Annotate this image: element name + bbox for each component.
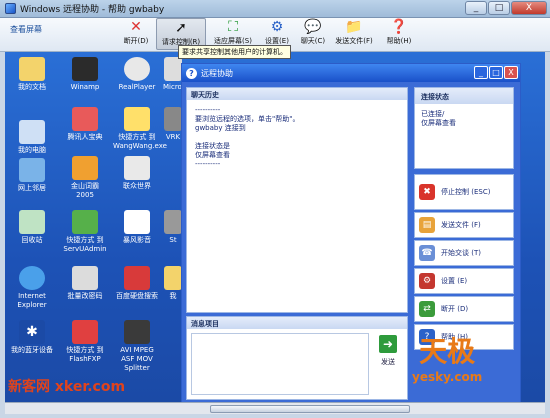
realplayer-icon xyxy=(124,57,150,81)
desktop-icon-partial-2[interactable]: VRK xyxy=(163,107,183,142)
desktop-icon-ie[interactable]: Internet Explorer xyxy=(8,266,56,310)
send-arrow-icon: ➜ xyxy=(379,335,397,353)
desktop-icon-splitter[interactable]: AVI MPEG ASF MOV Splitter xyxy=(113,320,161,373)
assistance-titlebar: ? 远程协助 xyxy=(182,64,520,82)
message-header: 消息项目 xyxy=(187,317,407,329)
desktop-icon-ourgame[interactable]: 联众世界 xyxy=(113,156,161,191)
disconnect-icon: ⇄ xyxy=(419,301,435,317)
desktop-icon-kingsoft[interactable]: 金山词霸 2005 xyxy=(61,156,109,200)
start-talk-action[interactable]: ☎ 开始交谈 (T) xyxy=(414,240,514,266)
help-button[interactable]: ❓ 帮助(H) xyxy=(382,18,416,50)
fit-screen-icon: ⛶ xyxy=(228,19,238,35)
horizontal-scrollbar[interactable] xyxy=(5,402,545,414)
settings-icon: ⚙ xyxy=(270,19,284,35)
desktop-icon-bluetooth[interactable]: ✱ 我的蓝牙设备 xyxy=(8,320,56,355)
app-icon xyxy=(5,3,16,14)
send-file-icon: 📁 xyxy=(345,19,363,35)
winamp-icon xyxy=(72,57,98,81)
window-controls: _ □ X xyxy=(465,1,547,15)
settings-icon: ⚙ xyxy=(419,273,435,289)
scrollbar-thumb[interactable] xyxy=(210,405,410,413)
help-icon: ❓ xyxy=(390,19,408,35)
watermark-xker: 新客网 xker.com xyxy=(8,379,126,395)
app-icon xyxy=(164,107,182,131)
desktop-icon-partial-1[interactable]: MicroFi xyxy=(163,57,183,92)
action-list: ✖ 停止控制 (ESC) ▤ 发送文件 (F) ☎ 开始交谈 (T) ⚙ 设置 (E) … xyxy=(414,174,514,352)
request-control-tooltip: 要求共享控制其他用户的计算机。 xyxy=(178,45,291,59)
desktop-icon-recycle-bin[interactable]: 回收站 xyxy=(8,210,56,245)
assistance-title: 远程协助 xyxy=(201,68,233,78)
desktop-icon-realplayer[interactable]: RealPlayer xyxy=(113,57,161,92)
desktop-icon-winamp[interactable]: Winamp xyxy=(61,57,109,92)
bluetooth-icon: ✱ xyxy=(19,320,45,344)
stop-control-action[interactable]: ✖ 停止控制 (ESC) xyxy=(414,174,514,210)
maximize-button[interactable]: □ xyxy=(488,1,510,15)
desktop-icon-tencent[interactable]: 腾讯人宝典 xyxy=(61,107,109,142)
help-circle-icon: ? xyxy=(186,67,197,79)
assistance-minimize-button[interactable]: _ xyxy=(474,66,488,79)
chat-icon: 💬 xyxy=(304,19,322,35)
connection-status-text: 已连接/ 仅屏幕查看 xyxy=(421,110,456,127)
desktop-icon-wangwang[interactable]: 快捷方式 到 WangWang.exe xyxy=(113,107,167,151)
view-screen-label: 查看屏幕 xyxy=(10,25,42,34)
stop-icon: ✖ xyxy=(419,184,435,200)
app-icon xyxy=(164,210,182,234)
talk-icon: ☎ xyxy=(419,245,435,261)
disconnect-action[interactable]: ⇄ 断开 (D) xyxy=(414,296,514,322)
desktop-icon-my-computer[interactable]: 我的电脑 xyxy=(8,120,56,155)
desktop-icon-baidu-search[interactable]: 百度硬盘搜索 xyxy=(113,266,161,301)
message-input[interactable] xyxy=(191,333,369,395)
assistance-maximize-button[interactable]: □ xyxy=(489,66,503,79)
chat-button[interactable]: 💬 聊天(C) xyxy=(296,18,330,50)
settings-action[interactable]: ⚙ 设置 (E) xyxy=(414,268,514,294)
desktop-icon-my-documents[interactable]: 我的文档 xyxy=(8,57,56,92)
disconnect-button[interactable]: ✕ 断开(D) xyxy=(118,18,154,50)
wangwang-icon xyxy=(124,107,150,131)
connection-status-header: 连接状态 xyxy=(415,88,513,104)
video-icon xyxy=(124,320,150,344)
assistance-window-controls: _ □ X xyxy=(474,66,518,79)
desktop-icon-batch-password[interactable]: 批量改密码 xyxy=(61,266,109,301)
book-icon xyxy=(72,107,98,131)
send-file-icon: ▤ xyxy=(419,217,435,233)
desktop-icon-servu[interactable]: 快捷方式 到 ServUAdmin xyxy=(61,210,109,254)
key-icon xyxy=(72,266,98,290)
network-icon xyxy=(19,158,45,182)
cursor-icon: ➚ xyxy=(175,20,187,36)
app-icon xyxy=(164,266,182,290)
send-file-button[interactable]: 📁 发送文件(F) xyxy=(332,18,376,50)
game-icon xyxy=(124,156,150,180)
desktop-icon-flashfxp[interactable]: 快捷方式 到 FlashFXP xyxy=(61,320,109,364)
app-icon xyxy=(164,57,182,81)
desktop-icon-partial-4[interactable]: 我 xyxy=(163,266,183,301)
window-titlebar: Windows 远程协助 - 帮助 gwbaby _ □ X xyxy=(0,0,550,18)
ie-icon xyxy=(19,266,45,290)
assistance-close-button[interactable]: X xyxy=(504,66,518,79)
send-button[interactable]: ➜ 发送 xyxy=(373,335,403,367)
desktop-icon-baofeng[interactable]: 暴风影音 xyxy=(113,210,161,245)
window-title: Windows 远程协助 - 帮助 gwbaby xyxy=(20,5,165,15)
recycle-bin-icon xyxy=(19,210,45,234)
desktop-icon-network[interactable]: 网上邻居 xyxy=(8,158,56,193)
watermark-yesky: 天极 yesky.com xyxy=(412,335,483,384)
computer-icon xyxy=(19,120,45,144)
dictionary-icon xyxy=(72,156,98,180)
minimize-button[interactable]: _ xyxy=(465,1,487,15)
shortcut-icon xyxy=(72,320,98,344)
shortcut-icon xyxy=(72,210,98,234)
desktop-icon-partial-3[interactable]: St xyxy=(163,210,183,245)
connection-status-panel: 连接状态 已连接/ 仅屏幕查看 xyxy=(414,87,514,169)
folder-icon xyxy=(19,57,45,81)
chat-history-panel: 聊天历史 ---------- 要浏览远程的选项，单击"帮助"。 gwbaby … xyxy=(186,87,408,313)
media-player-icon xyxy=(124,210,150,234)
search-icon xyxy=(124,266,150,290)
close-button[interactable]: X xyxy=(511,1,547,15)
send-file-action[interactable]: ▤ 发送文件 (F) xyxy=(414,212,514,238)
close-x-icon: ✕ xyxy=(130,19,142,35)
chat-history-header: 聊天历史 xyxy=(187,88,407,100)
chat-log: ---------- 要浏览远程的选项，单击"帮助"。 gwbaby 连接到 连… xyxy=(195,106,300,168)
message-panel: 消息项目 ➜ 发送 xyxy=(186,316,408,400)
